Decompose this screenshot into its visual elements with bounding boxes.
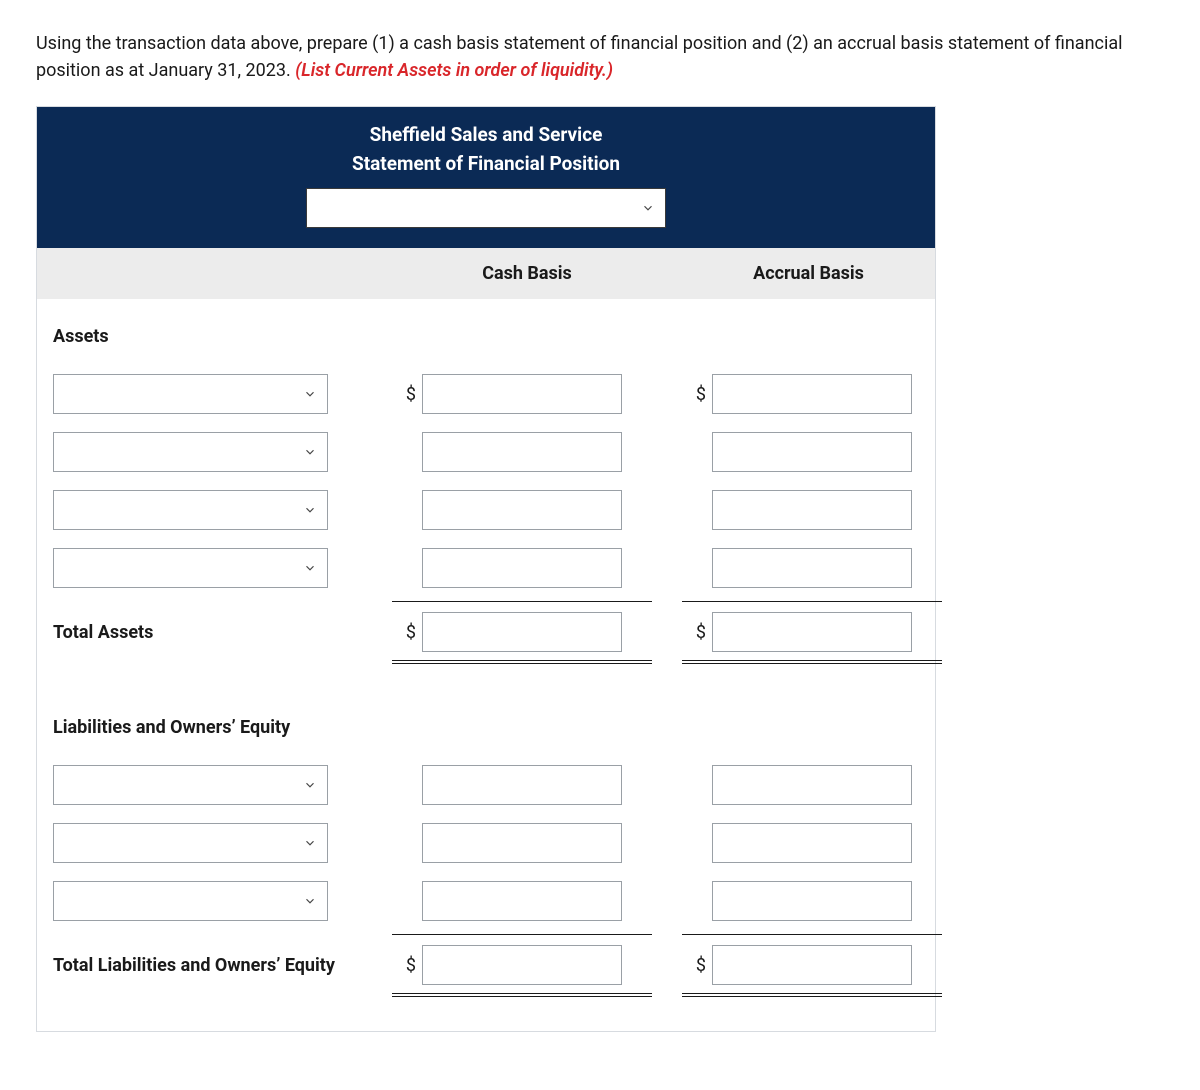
- liab-equity-section-header: Liabilities and Owners’ Equity: [37, 698, 935, 756]
- liab-account-select[interactable]: [53, 823, 328, 863]
- cash-amount-input[interactable]: [422, 432, 622, 472]
- asset-account-select[interactable]: [53, 374, 328, 414]
- cash-amount-input[interactable]: [422, 765, 622, 805]
- asset-account-select[interactable]: [53, 490, 328, 530]
- column-header-cash: Cash Basis: [372, 248, 682, 299]
- statement-title: Statement of Financial Position: [47, 150, 925, 179]
- total-assets-label: Total Assets: [53, 619, 153, 646]
- currency-symbol: $: [682, 381, 712, 408]
- column-header-accrual: Accrual Basis: [682, 248, 935, 299]
- assets-section-header: Assets: [37, 307, 935, 365]
- chevron-down-icon: [303, 894, 317, 908]
- company-name: Sheffield Sales and Service: [47, 121, 925, 150]
- chevron-down-icon: [641, 201, 655, 215]
- statement-header: Sheffield Sales and Service Statement of…: [37, 107, 935, 248]
- total-assets-row: Total Assets $ $: [37, 597, 935, 668]
- chevron-down-icon: [303, 387, 317, 401]
- column-headers: Cash Basis Accrual Basis: [37, 248, 935, 299]
- cash-amount-input[interactable]: [422, 490, 622, 530]
- chevron-down-icon: [303, 561, 317, 575]
- assets-label: Assets: [53, 323, 109, 350]
- instruction-text: Using the transaction data above, prepar…: [36, 30, 1164, 84]
- total-liab-equity-row: Total Liabilities and Owners’ Equity $ $: [37, 930, 935, 1001]
- cash-amount-input[interactable]: [422, 548, 622, 588]
- cash-amount-input[interactable]: [422, 374, 622, 414]
- currency-symbol: $: [392, 381, 422, 408]
- liab-account-select[interactable]: [53, 765, 328, 805]
- asset-line: [37, 423, 935, 481]
- liab-equity-label: Liabilities and Owners’ Equity: [53, 714, 290, 741]
- statement-sheet: Sheffield Sales and Service Statement of…: [36, 106, 936, 1032]
- asset-line: $ $: [37, 365, 935, 423]
- accrual-total-liab-input[interactable]: [712, 945, 912, 985]
- accrual-total-assets-input[interactable]: [712, 612, 912, 652]
- liab-account-select[interactable]: [53, 881, 328, 921]
- accrual-amount-input[interactable]: [712, 548, 912, 588]
- currency-symbol: $: [682, 619, 712, 646]
- instruction-highlight: (List Current Assets in order of liquidi…: [295, 60, 613, 81]
- asset-account-select[interactable]: [53, 432, 328, 472]
- asset-line: [37, 481, 935, 539]
- date-select[interactable]: [306, 188, 666, 228]
- accrual-amount-input[interactable]: [712, 765, 912, 805]
- chevron-down-icon: [303, 778, 317, 792]
- currency-symbol: $: [682, 952, 712, 979]
- liab-line: [37, 756, 935, 814]
- chevron-down-icon: [303, 836, 317, 850]
- currency-symbol: $: [392, 619, 422, 646]
- accrual-amount-input[interactable]: [712, 881, 912, 921]
- liab-line: [37, 872, 935, 930]
- asset-line: [37, 539, 935, 597]
- chevron-down-icon: [303, 445, 317, 459]
- accrual-amount-input[interactable]: [712, 374, 912, 414]
- chevron-down-icon: [303, 503, 317, 517]
- currency-symbol: $: [392, 952, 422, 979]
- accrual-amount-input[interactable]: [712, 823, 912, 863]
- cash-amount-input[interactable]: [422, 823, 622, 863]
- total-liab-equity-label: Total Liabilities and Owners’ Equity: [53, 952, 335, 979]
- liab-line: [37, 814, 935, 872]
- cash-total-liab-input[interactable]: [422, 945, 622, 985]
- asset-account-select[interactable]: [53, 548, 328, 588]
- accrual-amount-input[interactable]: [712, 490, 912, 530]
- cash-total-assets-input[interactable]: [422, 612, 622, 652]
- cash-amount-input[interactable]: [422, 881, 622, 921]
- accrual-amount-input[interactable]: [712, 432, 912, 472]
